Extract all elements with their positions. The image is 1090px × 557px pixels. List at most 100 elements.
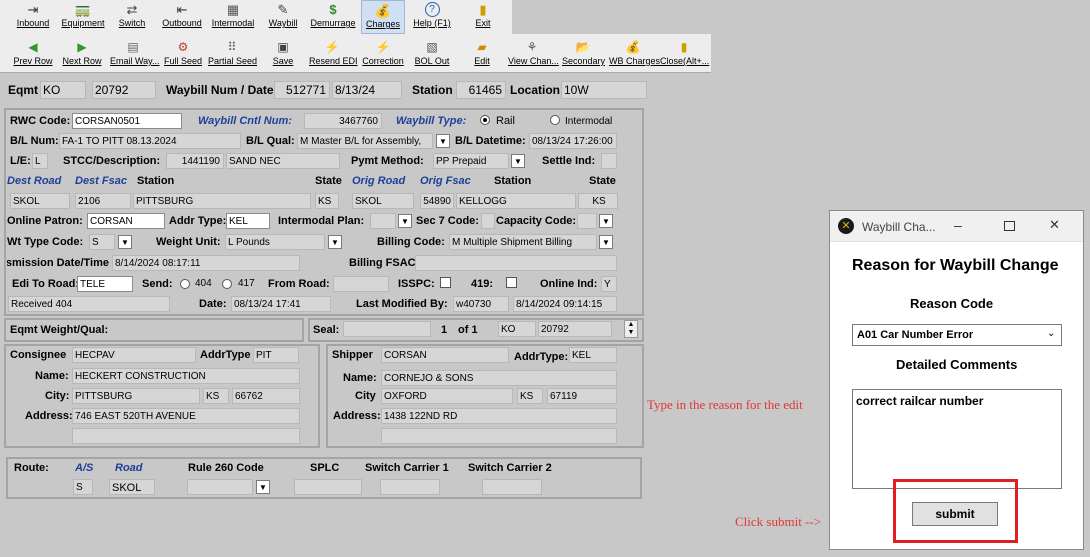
intermodal-plan-field[interactable] [370,213,396,229]
intermodal-plan-dropdown[interactable]: ▼ [398,214,412,228]
bl-datetime-field[interactable]: 08/13/24 17:26:00 [529,133,617,149]
waybill-button[interactable]: ✎ Waybill [266,0,300,32]
billing-code-dropdown[interactable]: ▼ [599,235,613,249]
route-road-field[interactable]: SKOL [109,479,155,495]
ind-419-checkbox[interactable] [506,277,517,288]
billing-code-field[interactable]: M Multiple Shipment Billing [449,234,597,250]
detailed-comments-textarea[interactable]: correct railcar number [852,389,1062,489]
orig-fsac-field[interactable]: 54890 [420,193,454,209]
next-row-button[interactable]: ▶ Next Row [62,38,102,70]
charges-button[interactable]: 💰 Charges [361,0,405,34]
station-field[interactable]: 61465 [456,81,506,99]
correction-button[interactable]: ⚡ Correction [362,38,404,70]
shipper-addrtype-field[interactable]: KEL [569,347,617,363]
partial-seed-button[interactable]: ⠿ Partial Seed [208,38,257,70]
pymt-method-field[interactable]: PP Prepaid [433,153,509,169]
capacity-code-dropdown[interactable]: ▼ [599,214,613,228]
send-404-radio[interactable] [180,279,190,289]
outbound-button[interactable]: ⇤ Outbound [161,0,203,32]
billing-fsac-field[interactable] [415,255,617,271]
shipper-code-field[interactable]: CORSAN [381,347,509,363]
edit-button[interactable]: ▰ Edit [467,38,497,70]
online-patron-input[interactable]: CORSAN [87,213,165,229]
rail-radio[interactable] [480,115,490,125]
maximize-icon[interactable] [1004,221,1015,231]
bl-qual-dropdown[interactable]: ▼ [436,134,450,148]
wt-type-code-field[interactable]: S [89,234,115,250]
location-field[interactable]: 10W [561,81,647,99]
dest-road-label: Dest Road [7,175,62,187]
detailed-comments-label: Detailed Comments [896,357,1018,372]
le-field[interactable]: L [32,153,48,169]
rwc-code-input[interactable]: CORSAN0501 [72,113,182,129]
prev-row-button[interactable]: ◀ Prev Row [13,38,53,70]
minimize-icon[interactable]: – [954,217,962,233]
charges-icon: 💰 [374,3,392,18]
stcc-field[interactable]: 1441190 [166,153,224,169]
resend-edi-button[interactable]: ⚡ Resend EDI [309,38,358,70]
seal-spinner[interactable]: ▲ ▼ [624,320,638,338]
wb-charges-button[interactable]: 💰 WB Charges [609,38,660,70]
sec7-code-field[interactable] [481,213,495,229]
dest-fsac-field[interactable]: 2106 [75,193,131,209]
equipment-button[interactable]: 🚃 Equipment [60,0,106,32]
settle-ind-field[interactable] [601,153,617,169]
weight-unit-field[interactable]: L Pounds [225,234,325,250]
secondary-button[interactable]: 📂 Secondary [562,38,605,70]
station-label: Station [412,83,453,97]
edi-to-road-input[interactable]: TELE [77,276,133,292]
waybill-cntl-num-field: 3467760 [304,113,382,129]
transmission-datetime-label: Transmission Date/Time: [7,257,109,269]
demurrage-button[interactable]: $ Demurrage [309,0,357,32]
send-417-radio[interactable] [222,279,232,289]
isspc-checkbox[interactable] [440,277,451,288]
consignee-addrtype-field[interactable]: PIT [253,347,299,363]
dialog-titlebar[interactable]: ✕ Waybill Cha... – ✕ [830,211,1083,242]
dest-road-field[interactable]: SKOL [10,193,70,209]
switch-carrier-2-label: Switch Carrier 2 [468,462,552,474]
eqmt-number-field[interactable]: 20792 [92,81,156,99]
waybill-date-field[interactable]: 8/13/24 [332,81,402,99]
addr-type-input[interactable]: KEL [226,213,270,229]
consignee-code-field[interactable]: HECPAV [72,347,196,363]
capacity-code-field[interactable] [577,213,597,229]
email-waybill-button[interactable]: ▤ Email Way... [110,38,160,70]
full-seed-button[interactable]: ⚙ Full Seed [164,38,202,70]
intermodal-button[interactable]: ▦ Intermodal [210,0,256,32]
submit-button[interactable]: submit [912,502,998,526]
eqmt-road-field[interactable]: KO [40,81,86,99]
ind-419-label: 419: [471,278,494,290]
pymt-method-dropdown[interactable]: ▼ [511,154,525,168]
bl-qual-field[interactable]: M Master B/L for Assembly, [297,133,433,149]
splc-field[interactable] [294,479,362,495]
rule-260-field[interactable] [187,479,253,495]
save-button[interactable]: ▣ Save [268,38,298,70]
orig-fsac-label: Orig Fsac [420,175,471,187]
inbound-button[interactable]: ⇥ Inbound [14,0,52,32]
route-label: Route: [14,462,49,474]
shipper-address-field: 1438 122ND RD [381,408,617,424]
waybill-number-field[interactable]: 512771 [274,81,330,99]
chevron-down-icon: ▼ [602,217,610,226]
bol-out-button[interactable]: ▧ BOL Out [414,38,450,70]
close-icon[interactable]: ✕ [1049,217,1060,233]
intermodal-radio[interactable] [550,115,560,125]
seal-field[interactable] [343,321,431,337]
rule-260-dropdown[interactable]: ▼ [256,480,270,494]
switch-carrier-2-field[interactable] [482,479,542,495]
close-button[interactable]: ▮ Close(Alt+... [660,38,709,70]
online-patron-label: Online Patron: [7,215,83,227]
switch-button[interactable]: ⇄ Switch [114,0,150,32]
switch-carrier-1-field[interactable] [380,479,440,495]
waybill-type-label: Waybill Type: [396,115,467,127]
wt-type-code-dropdown[interactable]: ▼ [118,235,132,249]
from-road-field[interactable] [333,276,389,292]
weight-unit-dropdown[interactable]: ▼ [328,235,342,249]
help-button[interactable]: ? Help (F1) [412,0,452,32]
view-changes-button[interactable]: ⚘ View Chan... [508,38,559,70]
exit-button[interactable]: ▮ Exit [468,0,498,32]
route-as-field[interactable]: S [73,479,93,495]
orig-road-field[interactable]: SKOL [352,193,414,209]
reason-code-select[interactable]: A01 Car Number Error ⌄ [852,324,1062,346]
bl-num-field[interactable]: FA-1 TO PITT 08.13.2024 [59,133,241,149]
